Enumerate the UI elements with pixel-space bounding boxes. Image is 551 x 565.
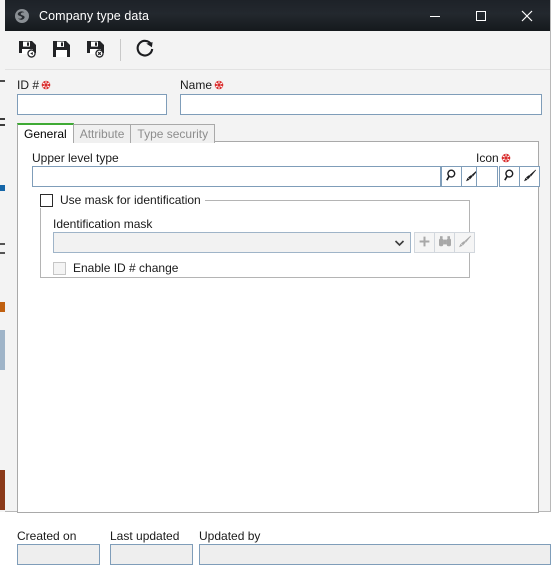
brush-icon xyxy=(458,234,472,251)
toolbar-separator xyxy=(120,39,121,61)
updated-by-input xyxy=(199,544,551,565)
identification-mask-add-button[interactable] xyxy=(414,232,435,253)
enable-id-change-label: Enable ID # change xyxy=(73,261,179,275)
tab-general-label: General xyxy=(24,127,67,141)
identification-mask-find-button[interactable] xyxy=(434,232,455,253)
icon-clear-button[interactable] xyxy=(519,166,540,187)
name-input[interactable] xyxy=(180,94,542,115)
use-mask-checkbox[interactable] xyxy=(40,193,53,207)
refresh-icon xyxy=(134,38,156,63)
upper-level-type-label: Upper level type xyxy=(32,151,119,165)
tab-type-security-label: Type security xyxy=(137,127,209,141)
tab-attribute[interactable]: Attribute xyxy=(72,124,132,143)
created-on-label: Created on xyxy=(17,529,77,543)
updated-by-label: Updated by xyxy=(199,529,261,543)
window-title: Company type data xyxy=(39,8,150,23)
close-button[interactable] xyxy=(504,0,550,31)
required-marker-icon xyxy=(214,80,224,90)
minimize-button[interactable] xyxy=(412,0,458,31)
use-mask-checkbox-row[interactable]: Use mask for identification xyxy=(40,192,205,208)
brush-icon xyxy=(523,168,537,185)
tab-attribute-label: Attribute xyxy=(79,127,125,141)
required-marker-icon xyxy=(501,153,511,163)
save-and-new-button[interactable] xyxy=(12,34,44,66)
plus-icon xyxy=(418,235,431,251)
tab-general[interactable]: General xyxy=(17,123,74,143)
tab-type-security[interactable]: Type security xyxy=(130,124,216,143)
last-updated-label: Last updated xyxy=(110,529,180,543)
magnifier-icon xyxy=(445,168,459,185)
upper-level-type-search-button[interactable] xyxy=(441,166,462,187)
last-updated-input xyxy=(110,544,193,565)
use-mask-label: Use mask for identification xyxy=(60,193,201,207)
tab-panel-general: Upper level type Icon Use mask for ident… xyxy=(17,141,540,513)
chevron-down-icon xyxy=(394,236,405,250)
save-and-close-button[interactable] xyxy=(80,34,112,66)
save-icon xyxy=(51,38,73,63)
form-body: ID # Name General Attribute Type securit… xyxy=(5,70,551,565)
refresh-button[interactable] xyxy=(129,34,161,66)
id-label: ID # xyxy=(17,78,51,92)
enable-id-change-checkbox[interactable] xyxy=(53,261,66,275)
save-button[interactable] xyxy=(46,34,78,66)
toolbar xyxy=(5,31,550,70)
tab-strip: General Attribute Type security xyxy=(17,123,216,143)
save-close-icon xyxy=(85,38,107,63)
binoculars-icon xyxy=(438,235,452,251)
save-new-icon xyxy=(17,38,39,63)
icon-input[interactable] xyxy=(476,166,498,187)
globe-icon xyxy=(14,8,30,24)
upper-level-type-input[interactable] xyxy=(32,166,441,187)
identification-mask-label: Identification mask xyxy=(53,217,153,231)
identification-mask-dropdown[interactable] xyxy=(53,232,411,253)
created-on-input xyxy=(17,544,100,565)
icon-label: Icon xyxy=(476,151,511,165)
company-type-data-window: Company type data ID # Name General Attr… xyxy=(5,0,551,565)
id-input[interactable] xyxy=(17,94,167,115)
icon-search-button[interactable] xyxy=(499,166,520,187)
identification-mask-clear-button[interactable] xyxy=(454,232,475,253)
name-label: Name xyxy=(180,78,224,92)
magnifier-icon xyxy=(503,168,517,185)
enable-id-change-row[interactable]: Enable ID # change xyxy=(53,261,178,275)
maximize-button[interactable] xyxy=(458,0,504,31)
title-bar: Company type data xyxy=(5,0,550,31)
required-marker-icon xyxy=(41,80,51,90)
